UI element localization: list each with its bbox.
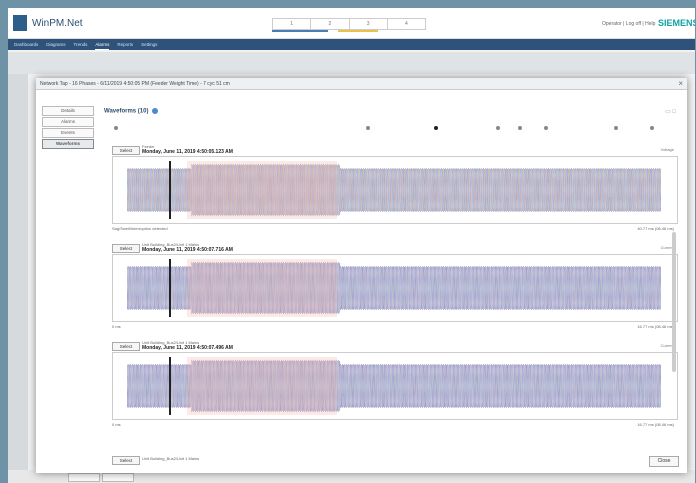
- background-back-button[interactable]: [102, 473, 134, 482]
- nav-item[interactable]: Settings: [141, 39, 157, 50]
- tool-handle[interactable]: [366, 126, 370, 130]
- event-highlight: [187, 161, 337, 219]
- background-sidebar: [8, 74, 28, 479]
- background-toolbar: [8, 52, 695, 74]
- waveform-panel: Select Unit Building_Bus2/Unit 1 Mains M…: [112, 340, 678, 430]
- tab-details[interactable]: Details: [42, 106, 94, 116]
- waveforms-heading: Waveforms (10): [104, 108, 159, 115]
- app-title: WinPM.Net: [32, 18, 83, 29]
- waveform-area: [126, 161, 662, 219]
- segment-4[interactable]: 4: [388, 19, 425, 29]
- waveform-area: [126, 259, 662, 317]
- segment-indicator-blue: [272, 30, 328, 32]
- user-links[interactable]: Operator | Log off | Help: [602, 21, 655, 27]
- panel-footer: Sag/Swell/Interruption detected 40.77 ms…: [112, 224, 678, 234]
- nav-item[interactable]: Trends: [74, 39, 88, 50]
- panel-footer-left: 0 ms: [112, 422, 121, 427]
- panel-tag: Voltage: [660, 147, 674, 152]
- brand-logo: SIEMENS: [658, 18, 695, 28]
- panel-footer: 0 ms 16.77 ms (08.46 ms): [112, 420, 678, 430]
- time-range-selector[interactable]: 1 2 3 4: [272, 18, 426, 30]
- tab-waveforms[interactable]: Waveforms: [42, 139, 94, 149]
- panel-header: Select Unit Building_Bus2/Unit 1 Mains M…: [112, 242, 678, 254]
- time-cursor[interactable]: [169, 161, 171, 219]
- panel-timestamp: Monday, June 11, 2019 4:50:07.496 AM: [142, 345, 233, 351]
- waveform-panel: Select Unit Building_Bus2/Unit 1 Mains M…: [112, 242, 678, 332]
- waveform-content: Waveforms (10) ▭ □ Select Feeder Monday,…: [104, 92, 680, 465]
- background-close-button[interactable]: [68, 473, 100, 482]
- tool-cursor[interactable]: [434, 126, 438, 130]
- panel-controls: ▭ □: [665, 108, 676, 115]
- event-highlight: [187, 259, 337, 317]
- close-button[interactable]: Close: [649, 456, 679, 467]
- panel-source: Unit Building_Bus2/Unit 1 Mains: [142, 456, 200, 461]
- event-highlight: [187, 357, 337, 415]
- waveform-area: [126, 357, 662, 415]
- select-button[interactable]: Select: [112, 146, 140, 155]
- waveform-plot[interactable]: [112, 156, 678, 224]
- waveform-plot[interactable]: [112, 352, 678, 420]
- expand-icon[interactable]: □: [672, 109, 676, 115]
- time-cursor[interactable]: [169, 259, 171, 317]
- nav-item[interactable]: Reports: [117, 39, 133, 50]
- waveform-toolbar: [104, 122, 680, 134]
- panel-footer-left: 0 ms: [112, 324, 121, 329]
- zoom-in-icon[interactable]: [496, 126, 500, 130]
- panel-header: Select Feeder Monday, June 11, 2019 4:50…: [112, 144, 678, 156]
- segment-1[interactable]: 1: [273, 19, 312, 29]
- waveform-plot[interactable]: [112, 254, 678, 322]
- next-waveform-panel: Select Unit Building_Bus2/Unit 1 Mains: [112, 454, 678, 465]
- waveforms-title: Waveforms (10): [104, 108, 149, 115]
- info-icon[interactable]: [152, 108, 159, 114]
- time-cursor[interactable]: [169, 357, 171, 415]
- waveform-dialog: Network Tap - 16 Phases - 6/11/2019 4:50…: [36, 78, 687, 473]
- dialog-title: Network Tap - 16 Phases - 6/11/2019 4:50…: [36, 78, 687, 90]
- panel-footer-right: 16.77 ms (08.46 ms): [637, 422, 674, 427]
- panel-header: Select Unit Building_Bus2/Unit 1 Mains M…: [112, 340, 678, 352]
- panel-footer: 0 ms 16.77 ms (08.46 ms): [112, 322, 678, 332]
- select-button[interactable]: Select: [112, 244, 140, 253]
- panel-timestamp: Monday, June 11, 2019 4:50:07.716 AM: [142, 247, 233, 253]
- close-icon[interactable]: ×: [678, 79, 683, 88]
- tab-events[interactable]: Events: [42, 128, 94, 138]
- top-bar: WinPM.Net 1 2 3 4 Operator | Log off | H…: [8, 8, 695, 39]
- dialog-tabs: Details Alarms Events Waveforms: [42, 106, 94, 150]
- segment-3[interactable]: 3: [350, 19, 388, 29]
- waveform-panel: Select Feeder Monday, June 11, 2019 4:50…: [112, 144, 678, 234]
- pan-icon[interactable]: [544, 126, 548, 130]
- segment-2[interactable]: 2: [311, 19, 350, 29]
- select-button[interactable]: Select: [112, 456, 140, 465]
- tab-alarms[interactable]: Alarms: [42, 117, 94, 127]
- segment-indicator-yellow: [338, 30, 378, 32]
- zoom-out-icon[interactable]: [518, 126, 522, 130]
- export-icon[interactable]: [614, 126, 618, 130]
- tool-handle[interactable]: [114, 126, 118, 130]
- select-button[interactable]: Select: [112, 342, 140, 351]
- nav-item[interactable]: Diagrams: [46, 39, 65, 50]
- app-window: WinPM.Net 1 2 3 4 Operator | Log off | H…: [8, 8, 695, 483]
- app-logo: [13, 15, 27, 31]
- scrollbar[interactable]: [672, 232, 676, 372]
- collapse-icon[interactable]: ▭: [665, 109, 671, 115]
- nav-item-active[interactable]: Alarms: [95, 39, 110, 50]
- nav-item[interactable]: Dashboards: [14, 39, 38, 50]
- panel-footer-left: Sag/Swell/Interruption detected: [112, 226, 168, 231]
- panel-timestamp: Monday, June 11, 2019 4:50:05.123 AM: [142, 149, 233, 155]
- settings-icon[interactable]: [650, 126, 654, 130]
- panel-footer-right: 40.77 ms (08.46 ms): [637, 226, 674, 231]
- main-nav: Dashboards Diagrams Trends Alarms Report…: [8, 39, 695, 50]
- panel-footer-right: 16.77 ms (08.46 ms): [637, 324, 674, 329]
